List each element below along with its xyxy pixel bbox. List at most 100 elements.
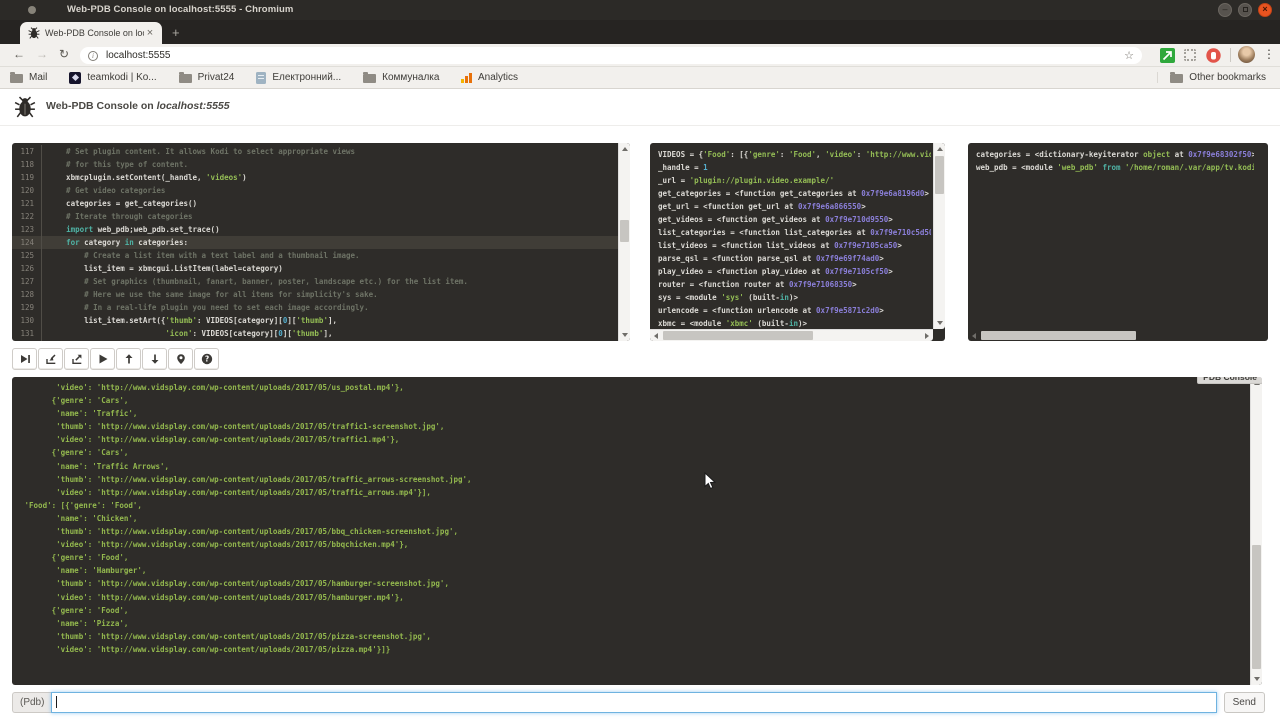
mouse-cursor (704, 472, 716, 490)
code-line: 132 'fanart': VIDEOS[category][0]['thumb… (12, 340, 618, 341)
window-titlebar: Web-PDB Console on localhost:5555 - Chro… (0, 0, 1280, 20)
help-button[interactable]: ? (194, 348, 219, 370)
bookmark-item-elektronnyi[interactable]: Електронний... (256, 72, 341, 84)
scrollbar-thumb[interactable] (663, 331, 813, 340)
page-icon (256, 72, 266, 84)
down-button[interactable] (142, 348, 167, 370)
code-line: 128 # Here we use the same image for all… (12, 288, 618, 301)
tab-strip: Web-PDB Console on loca × + (0, 20, 1280, 44)
pdb-command-input[interactable] (51, 692, 1216, 713)
page-title: Web-PDB Console on localhost:5555 (46, 100, 230, 112)
other-bookmarks-button[interactable]: Other bookmarks (1157, 72, 1266, 83)
up-arrow-icon (123, 353, 135, 365)
new-tab-button[interactable]: + (172, 27, 180, 39)
profile-avatar[interactable] (1238, 46, 1255, 63)
browser-menu-icon[interactable]: ⋮ (1263, 47, 1275, 61)
where-pin-icon (175, 353, 187, 365)
extension-red-icon[interactable] (1206, 48, 1221, 63)
folder-icon (10, 74, 23, 83)
tab-close-button[interactable]: × (144, 27, 156, 39)
site-info-icon[interactable]: i (88, 51, 98, 61)
code-listing: 117 # Set plugin content. It allows Kodi… (12, 145, 618, 341)
tab-title: Web-PDB Console on loca (45, 28, 144, 38)
bar-chart-icon (461, 72, 472, 83)
extension-green-icon[interactable] (1160, 48, 1175, 63)
browser-toolbar: ← → ↻ i localhost:5555 ☆ ⋮ (0, 44, 1280, 67)
folder-icon (179, 74, 192, 83)
extension-dotted-icon[interactable] (1184, 49, 1196, 61)
return-button[interactable] (64, 348, 89, 370)
url-text: localhost:5555 (106, 50, 1124, 61)
address-bar[interactable]: i localhost:5555 ☆ (80, 47, 1142, 64)
continue-icon (97, 353, 109, 365)
step-out-icon (71, 353, 83, 365)
code-line: 129 # In a real-life plugin you need to … (12, 301, 618, 314)
pdb-console-panel: PDB Console 'video': 'http://www.vidspla… (12, 377, 1262, 685)
bookmark-item-privat24[interactable]: Privat24 (179, 72, 235, 83)
locals-listing: categories = <dictionary-keyiterator obj… (976, 148, 1254, 328)
window-title: Web-PDB Console on localhost:5555 - Chro… (67, 4, 293, 15)
forward-icon[interactable]: → (36, 47, 48, 61)
help-icon: ? (201, 353, 213, 365)
reload-icon[interactable]: ↻ (59, 47, 69, 61)
page-title-host: localhost:5555 (157, 100, 230, 112)
back-icon[interactable]: ← (13, 47, 25, 61)
code-line: 130 list_item.setArt({'thumb': VIDEOS[ca… (12, 314, 618, 327)
code-vertical-scrollbar[interactable] (618, 143, 630, 341)
console-vertical-scrollbar[interactable] (1250, 377, 1262, 685)
pdb-prompt-bar: (Pdb) Send (12, 692, 1265, 713)
text-caret (56, 696, 57, 708)
scrollbar-thumb[interactable] (981, 331, 1136, 340)
send-button[interactable]: Send (1224, 692, 1265, 713)
scrollbar-thumb[interactable] (620, 220, 629, 242)
window-icon-dot (28, 6, 36, 14)
kodi-favicon-icon (69, 72, 81, 84)
screen: Web-PDB Console on localhost:5555 - Chro… (0, 0, 1280, 720)
web-pdb-page: Web-PDB Console on localhost:5555 Curren… (0, 89, 1280, 720)
browser-tab[interactable]: Web-PDB Console on loca × (20, 22, 162, 44)
bug-logo-icon (14, 96, 36, 118)
up-button[interactable] (116, 348, 141, 370)
globals-vertical-scrollbar[interactable] (933, 143, 945, 329)
code-line: 117 # Set plugin content. It allows Kodi… (12, 145, 618, 158)
bookmark-item-mail[interactable]: Mail (10, 72, 47, 83)
code-line: 131 'icon': VIDEOS[category][0]['thumb']… (12, 327, 618, 340)
globals-listing: VIDEOS = {'Food': [{'genre': 'Food', 'vi… (658, 148, 931, 328)
code-line: 120 # Get video categories (12, 184, 618, 197)
globals-horizontal-scrollbar[interactable] (650, 329, 933, 341)
code-line: 125 # Create a list item with a text lab… (12, 249, 618, 262)
site-header: Web-PDB Console on localhost:5555 (0, 89, 1280, 126)
code-line: 127 # Set graphics (thumbnail, fanart, b… (12, 275, 618, 288)
minimize-button[interactable]: – (1218, 3, 1232, 17)
console-pdb-command: (Pdb) q (20, 682, 119, 685)
code-line: 118 # for this type of content. (12, 158, 618, 171)
code-line: 124 for category in categories: (12, 236, 618, 249)
bookmarks-bar: Mail teamkodi | Ko... Privat24 Електронн… (0, 67, 1280, 89)
bookmark-item-analytics[interactable]: Analytics (461, 72, 518, 83)
down-arrow-icon (149, 353, 161, 365)
code-line: 123 import web_pdb;web_pdb.set_trace() (12, 223, 618, 236)
close-button[interactable]: × (1258, 3, 1272, 17)
toolbar-separator (1230, 48, 1231, 62)
code-line: 119 xbmcplugin.setContent(_handle, 'vide… (12, 171, 618, 184)
where-button[interactable] (168, 348, 193, 370)
step-into-icon (45, 353, 57, 365)
step-button[interactable] (38, 348, 63, 370)
code-line: 122 # Iterate through categories (12, 210, 618, 223)
bookmark-item-teamkodi[interactable]: teamkodi | Ko... (69, 72, 156, 84)
scrollbar-thumb[interactable] (935, 156, 944, 194)
bug-favicon-icon (28, 27, 40, 39)
globals-panel: Globals VIDEOS = {'Food': [{'genre': 'Fo… (650, 143, 945, 341)
scrollbar-thumb[interactable] (1252, 545, 1261, 669)
current-file-panel: Current file: main.py(124) 117 # Set plu… (12, 143, 630, 341)
continue-button[interactable] (90, 348, 115, 370)
folder-icon (363, 74, 376, 83)
bookmark-star-icon[interactable]: ☆ (1124, 49, 1134, 62)
maximize-button[interactable] (1238, 3, 1252, 17)
console-tail: (Pdb) q *** Aborting addon *** (20, 656, 119, 685)
step-next-icon (19, 353, 31, 365)
bookmark-item-kommunalka[interactable]: Коммуналка (363, 72, 439, 83)
next-button[interactable] (12, 348, 37, 370)
console-output: 'video': 'http://www.vidsplay.com/wp-con… (20, 381, 1246, 656)
debugger-controls: ? (12, 348, 220, 371)
